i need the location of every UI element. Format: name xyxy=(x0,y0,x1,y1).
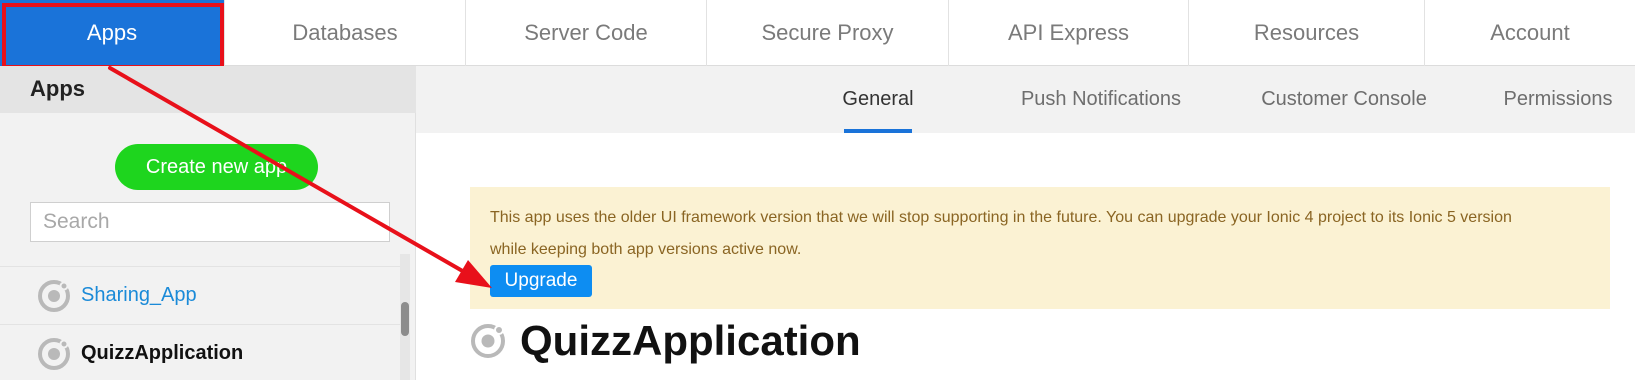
notice-text: This app uses the older UI framework ver… xyxy=(490,202,1590,266)
app-list-item-label: QuizzApplication xyxy=(81,342,244,364)
app-list-item-label: Sharing_App xyxy=(81,284,197,306)
sidebar-header: Apps xyxy=(0,66,416,113)
sidebar-scrollbar[interactable] xyxy=(400,254,410,380)
create-new-app-button[interactable]: Create new app xyxy=(115,144,318,190)
page-title: QuizzApplication xyxy=(520,317,861,364)
search-input[interactable] xyxy=(30,202,390,242)
app-list-item-selected[interactable]: QuizzApplication xyxy=(0,324,400,382)
ionic-ring-icon xyxy=(38,337,70,370)
app-heading: QuizzApplication xyxy=(470,316,861,366)
ionic-ring-icon xyxy=(471,324,505,358)
sub-nav: General Push Notifications Customer Cons… xyxy=(416,66,1635,133)
notice-text-line: while keeping both app versions active n… xyxy=(490,241,802,258)
scrollbar-thumb[interactable] xyxy=(401,302,409,336)
sidebar: Apps Create new app Sharing_App QuizzApp… xyxy=(0,66,416,380)
tab-databases[interactable]: Databases xyxy=(224,0,465,66)
upgrade-button[interactable]: Upgrade xyxy=(490,265,592,297)
notice-text-line: This app uses the older UI framework ver… xyxy=(490,209,1512,226)
upgrade-notice-banner: This app uses the older UI framework ver… xyxy=(470,187,1610,309)
ionic-ring-icon xyxy=(38,279,70,312)
tab-permissions[interactable]: Permissions xyxy=(1496,66,1620,133)
tab-general[interactable]: General xyxy=(842,66,914,133)
tab-resources[interactable]: Resources xyxy=(1188,0,1424,66)
tab-api-express[interactable]: API Express xyxy=(948,0,1188,66)
top-nav: Apps Databases Server Code Secure Proxy … xyxy=(0,0,1635,66)
annotation-highlight-box xyxy=(2,3,224,69)
tab-server-code[interactable]: Server Code xyxy=(465,0,706,66)
tab-secure-proxy[interactable]: Secure Proxy xyxy=(706,0,948,66)
tab-push-notifications[interactable]: Push Notifications xyxy=(1006,66,1196,133)
app-list-item[interactable]: Sharing_App xyxy=(0,266,400,324)
tab-account[interactable]: Account xyxy=(1424,0,1635,66)
sidebar-title: Apps xyxy=(30,76,85,101)
tab-customer-console[interactable]: Customer Console xyxy=(1259,66,1429,133)
